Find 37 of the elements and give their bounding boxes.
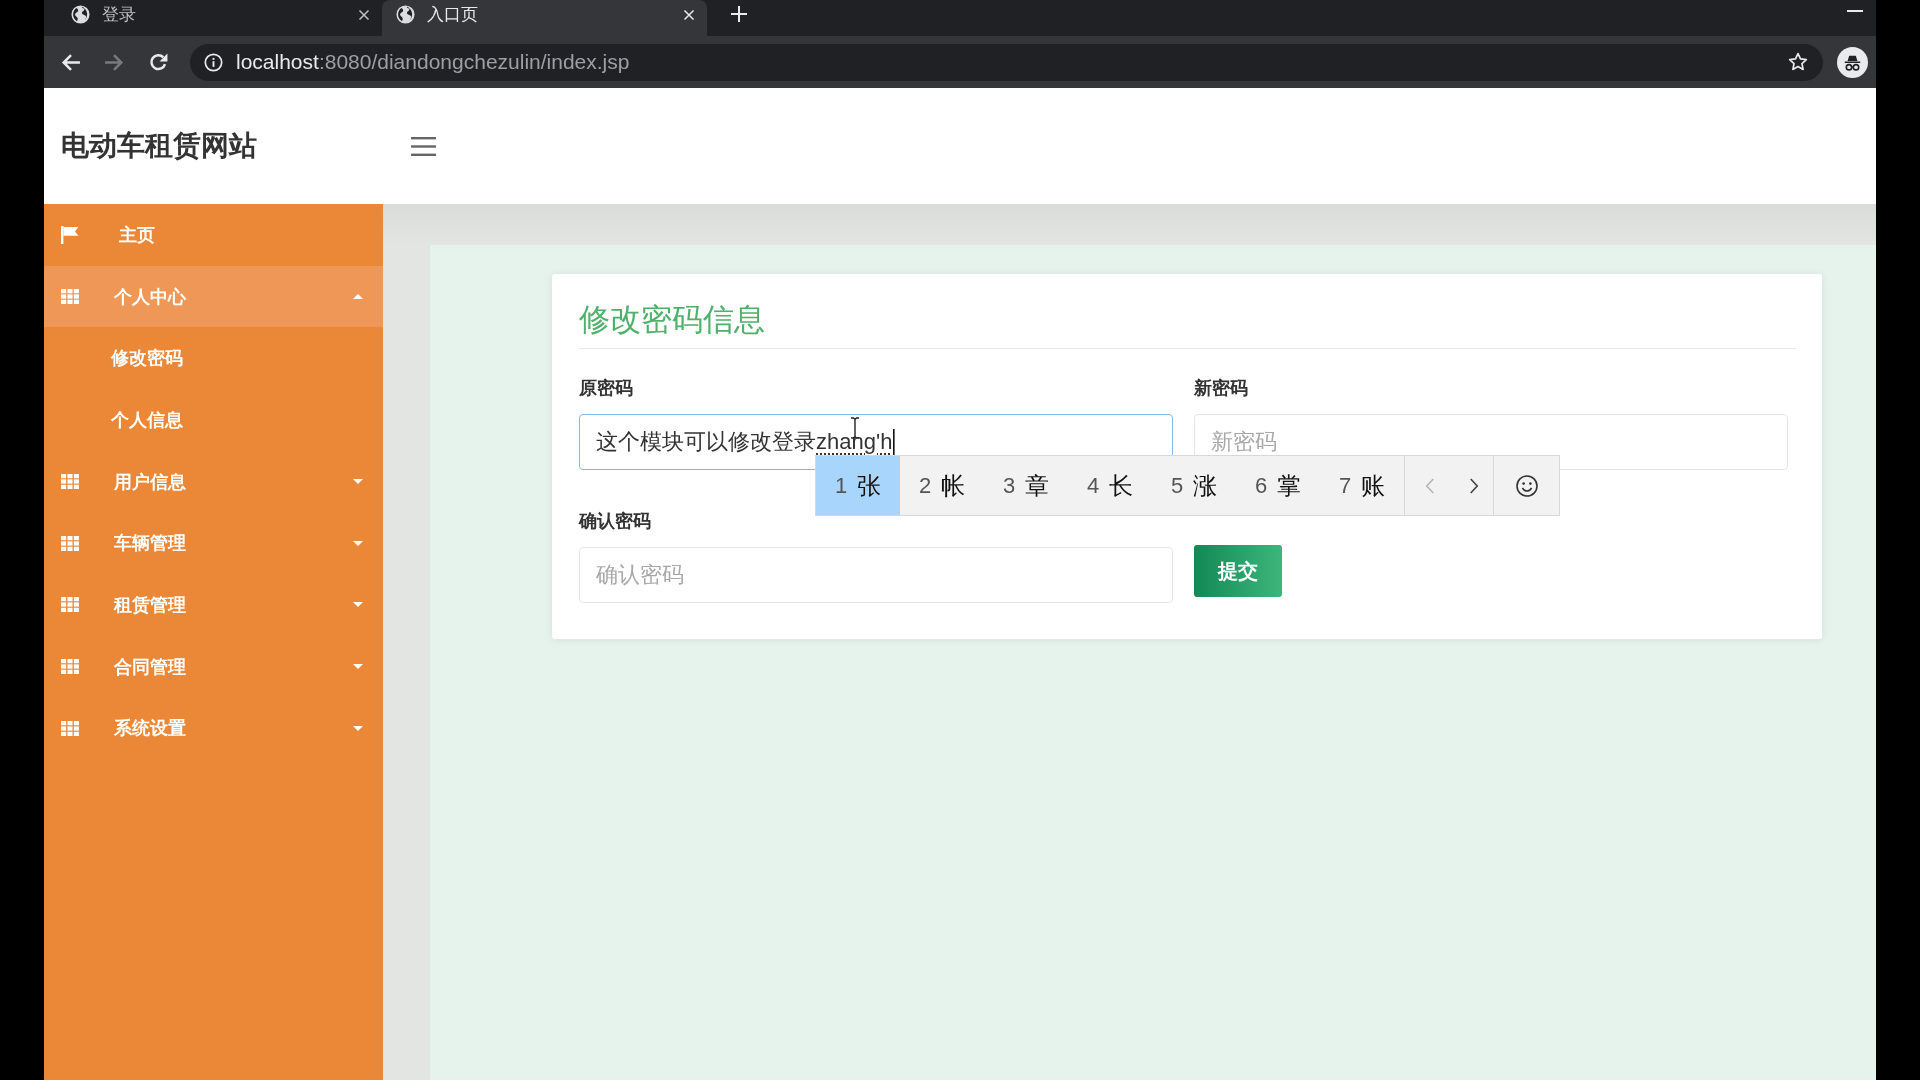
reload-icon[interactable] bbox=[148, 51, 169, 73]
info-icon[interactable] bbox=[204, 52, 223, 72]
smiley-icon[interactable] bbox=[1515, 474, 1538, 497]
grid-icon bbox=[61, 535, 79, 551]
caret-icon bbox=[353, 479, 363, 485]
site-title: 电动车租赁网站 bbox=[61, 129, 258, 163]
form-title: 修改密码信息 bbox=[579, 301, 766, 339]
caret-icon bbox=[353, 294, 363, 300]
caret-icon bbox=[353, 664, 363, 670]
field-label: 原密码 bbox=[579, 378, 634, 398]
field-label: 确认密码 bbox=[579, 511, 652, 531]
plus-icon[interactable] bbox=[731, 6, 747, 22]
flag-icon bbox=[61, 225, 79, 244]
caret-icon bbox=[353, 540, 363, 546]
hat-and-glasses-icon[interactable] bbox=[1837, 46, 1868, 78]
grid-icon bbox=[61, 659, 79, 675]
browser-tab[interactable]: 入口页 bbox=[382, 0, 707, 36]
address-bar[interactable]: localhost:8080/diandongchezulin/index.jsp bbox=[190, 43, 1823, 81]
globe-icon bbox=[396, 5, 415, 24]
input-field[interactable]: 确认密码 bbox=[579, 547, 1173, 603]
grid-icon bbox=[61, 720, 79, 736]
submit-button[interactable]: 提交 bbox=[1194, 545, 1282, 597]
star-icon[interactable] bbox=[1788, 52, 1808, 72]
browser-tab[interactable]: 登录 bbox=[57, 0, 382, 36]
chevron-right-icon[interactable] bbox=[1469, 477, 1479, 494]
grid-icon bbox=[61, 597, 79, 613]
field-label: 新密码 bbox=[1194, 378, 1249, 398]
caret-icon bbox=[353, 602, 363, 608]
menu-icon[interactable] bbox=[411, 136, 436, 156]
ime-candidate[interactable]: 1 张 bbox=[816, 456, 900, 515]
caret-icon bbox=[353, 725, 363, 731]
grid-icon bbox=[61, 474, 79, 490]
url-text: localhost:8080/diandongchezulin/index.jsp bbox=[236, 50, 630, 74]
globe-icon bbox=[71, 5, 90, 24]
text-caret-icon bbox=[893, 429, 896, 455]
grid-icon bbox=[61, 289, 79, 305]
close-icon[interactable] bbox=[358, 8, 370, 21]
